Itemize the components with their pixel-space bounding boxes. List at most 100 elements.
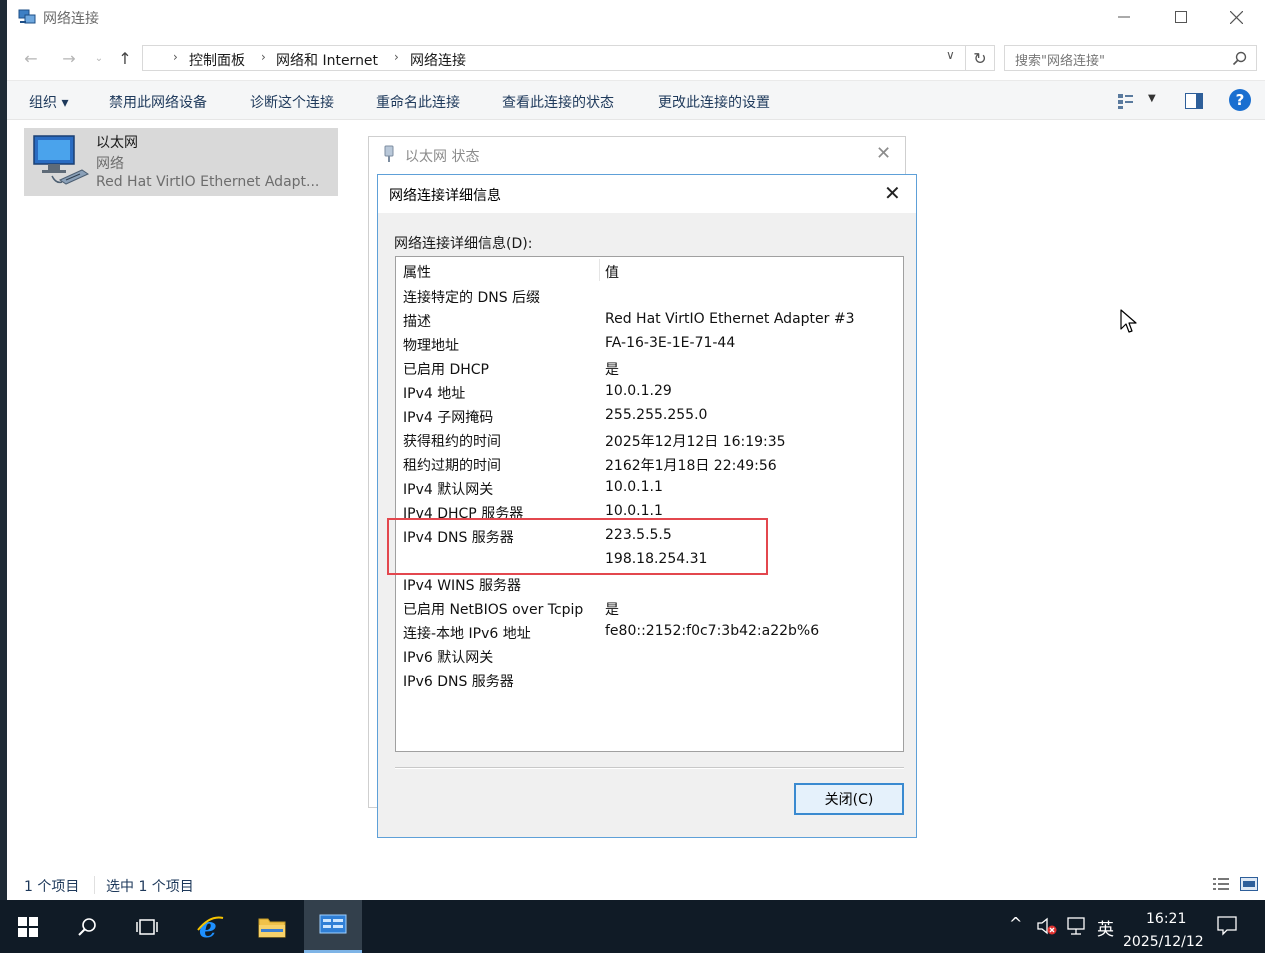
internet-explorer-icon: e [197,912,224,942]
table-row[interactable]: IPv4 默认网关 10.0.1.1 [396,476,903,500]
title-bar: 网络连接 [7,0,1265,34]
search-input[interactable]: 搜索"网络连接" [1004,45,1257,71]
row-property: IPv6 DNS 服务器 [403,674,514,690]
address-dropdown-icon[interactable]: ∨ [946,48,955,62]
row-value: 10.0.1.1 [605,503,663,519]
large-icons-view-icon[interactable] [1240,876,1258,892]
row-value: 255.255.255.0 [605,407,708,423]
volume-muted-icon[interactable] [1036,916,1058,936]
recent-locations-button[interactable]: ⌄ [88,46,110,70]
table-row[interactable]: IPv6 默认网关 [396,644,903,668]
row-property: 获得租约的时间 [403,434,501,450]
back-button[interactable]: ← [20,46,42,70]
table-row[interactable]: IPv4 地址 10.0.1.29 [396,380,903,404]
details-view-icon[interactable] [1212,876,1230,892]
row-property: 连接-本地 IPv6 地址 [403,626,531,642]
details-dialog-titlebar: 网络连接详细信息 ✕ [378,175,916,213]
clock-date[interactable]: 2025/12/12 [1123,934,1204,950]
taskbar: e ^ 英 [0,900,1265,953]
control-panel-icon [319,914,347,934]
explorer-window: 网络连接 ← → ⌄ ↑ › 控制面板 › 网络和 Internet › 网络连… [0,0,1265,900]
table-row[interactable]: 已启用 NetBIOS over Tcpip 是 [396,596,903,620]
table-row[interactable]: 物理地址 FA-16-3E-1E-71-44 [396,332,903,356]
breadcrumb-network-internet[interactable]: 网络和 Internet [276,50,378,70]
task-view-button[interactable] [120,900,174,953]
search-icon [78,917,96,936]
breadcrumb-network-connections[interactable]: 网络连接 [410,50,466,70]
preview-pane-icon[interactable] [1185,93,1203,109]
header-value[interactable]: 值 [605,262,619,282]
chevron-down-icon: ⌄ [94,52,104,64]
notification-icon [1217,916,1237,936]
close-dialog-button[interactable]: 关闭(C) [794,783,904,815]
row-value: fe80::2152:f0c7:3b42:a22b%6 [605,623,820,639]
row-property: 已启用 DHCP [403,362,489,378]
ethernet-adapter-item[interactable]: 以太网 网络 Red Hat VirtIO Ethernet Adapt... [24,128,338,196]
forward-button[interactable]: → [58,46,80,70]
table-row[interactable]: 连接-本地 IPv6 地址 fe80::2152:f0c7:3b42:a22b%6 [396,620,903,644]
clock-time[interactable]: 16:21 [1146,911,1186,927]
table-row[interactable]: 连接特定的 DNS 后缀 [396,284,903,308]
table-row[interactable]: IPv4 子网掩码 255.255.255.0 [396,404,903,428]
folder-icon [258,918,286,937]
adapter-type: 网络 [96,156,124,172]
table-row[interactable]: 描述 Red Hat VirtIO Ethernet Adapter #3 [396,308,903,332]
minimize-button[interactable] [1095,0,1152,34]
view-status-button[interactable]: 查看此连接的状态 [502,92,614,112]
status-dialog-title: 以太网 状态 [405,149,480,165]
row-property: 租约过期的时间 [403,458,501,474]
row-property: 描述 [403,314,431,330]
row-property: IPv4 WINS 服务器 [403,578,521,594]
address-bar[interactable]: › 控制面板 › 网络和 Internet › 网络连接 [142,45,966,71]
task-view-icon [136,918,158,935]
input-method-indicator[interactable]: 英 [1097,915,1114,940]
close-button[interactable] [1208,0,1265,34]
maximize-button[interactable] [1152,0,1209,34]
search-taskbar-button[interactable] [60,900,114,953]
breadcrumb-control-panel[interactable]: 控制面板 [189,50,245,70]
row-property: IPv4 默认网关 [403,482,494,498]
mouse-cursor-icon [1120,309,1137,333]
column-separator[interactable] [599,259,600,281]
status-dialog-close-icon[interactable]: ✕ [876,143,891,164]
arrow-up-icon: ↑ [118,48,132,68]
view-dropdown-icon[interactable]: ▼ [1148,93,1156,104]
row-value: 2162年1月18日 22:49:56 [605,458,777,474]
show-hidden-icons-chevron-icon[interactable]: ^ [1009,914,1022,933]
details-dialog-close-icon[interactable]: ✕ [884,181,901,205]
start-button[interactable] [0,900,56,953]
refresh-icon: ↻ [973,48,987,68]
row-value: 10.0.1.1 [605,479,663,495]
table-row[interactable]: 获得租约的时间 2025年12月12日 16:19:35 [396,428,903,452]
item-count: 1 个项目 [24,879,80,895]
change-settings-button[interactable]: 更改此连接的设置 [658,92,770,112]
organize-menu[interactable]: 组织 ▾ [29,92,68,112]
table-row[interactable]: 已启用 DHCP 是 [396,356,903,380]
row-value: 是 [605,362,619,378]
table-row[interactable]: IPv6 DNS 服务器 [396,668,903,692]
disable-device-button[interactable]: 禁用此网络设备 [109,92,207,112]
file-explorer-button[interactable] [244,900,300,953]
search-icon [1232,51,1247,66]
windows-logo-icon [18,916,38,937]
rename-button[interactable]: 重命名此连接 [376,92,460,112]
refresh-button[interactable]: ↻ [966,45,995,71]
change-view-icon[interactable] [1117,92,1135,110]
chevron-right-icon: › [261,50,266,64]
arrow-right-icon: → [62,48,76,68]
details-listview[interactable]: 属性 值 连接特定的 DNS 后缀 描述 Red Hat VirtIO Ether… [395,256,904,752]
network-connections-taskbar-button[interactable] [304,900,362,953]
table-row[interactable]: IPv4 WINS 服务器 [396,572,903,596]
internet-explorer-button[interactable]: e [182,900,238,953]
network-plug-icon [384,145,394,162]
diagnose-button[interactable]: 诊断这个连接 [250,92,334,112]
table-row[interactable]: 租约过期的时间 2162年1月18日 22:49:56 [396,452,903,476]
header-property[interactable]: 属性 [403,262,431,282]
chevron-right-icon: › [173,50,178,64]
network-status-icon[interactable] [1066,916,1088,936]
up-button[interactable]: ↑ [114,46,136,70]
row-value: FA-16-3E-1E-71-44 [605,335,736,351]
action-center-button[interactable] [1216,914,1238,940]
help-icon[interactable]: ? [1229,89,1251,111]
connection-details-dialog: 网络连接详细信息 ✕ 网络连接详细信息(D): 属性 值 连接特定的 DNS 后… [377,174,917,838]
